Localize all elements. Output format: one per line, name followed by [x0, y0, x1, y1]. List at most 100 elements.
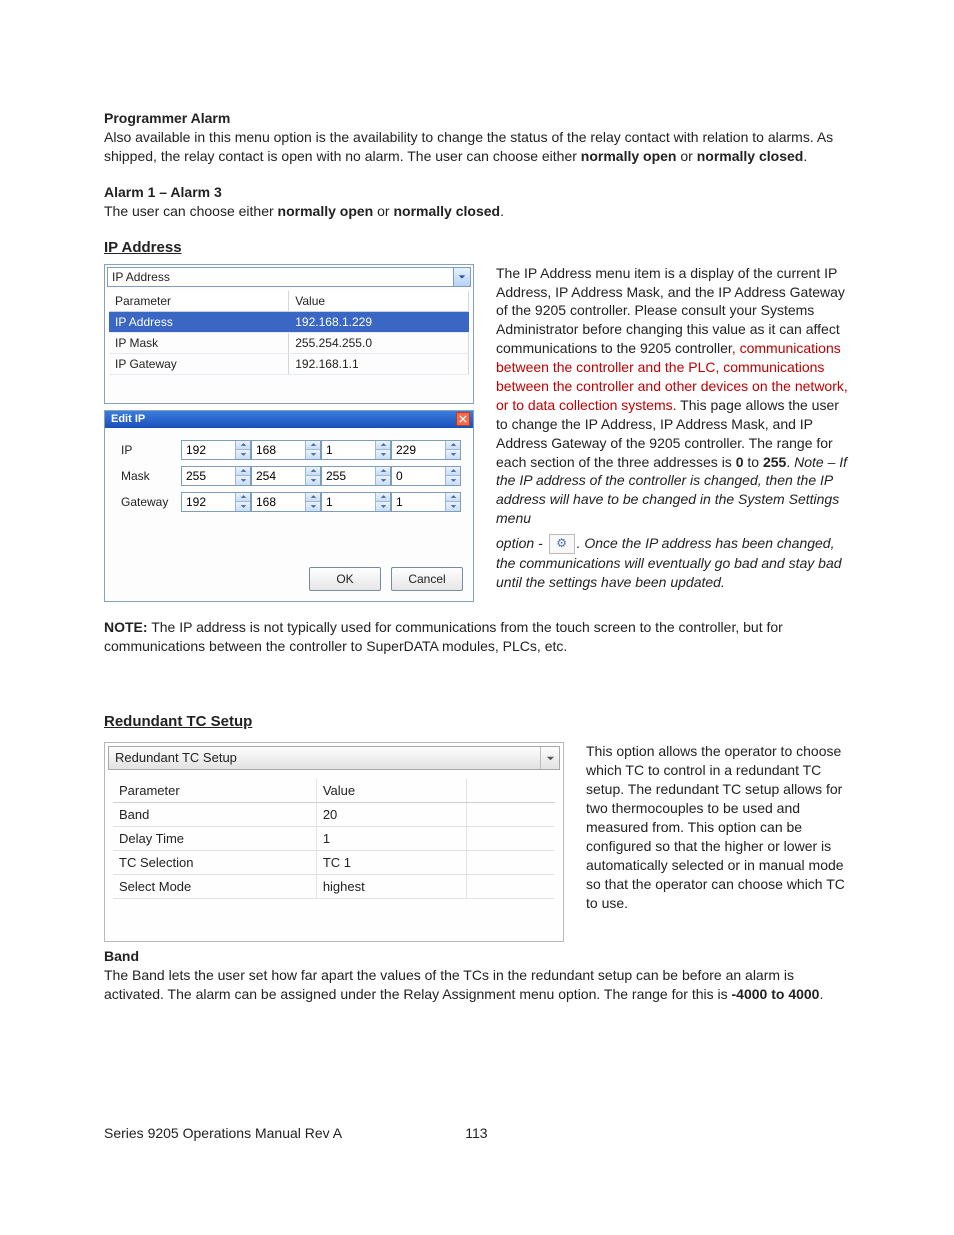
text-bold: 255: [763, 454, 786, 470]
text-italic: option -: [496, 535, 547, 551]
text: .: [819, 986, 823, 1002]
spin-up-icon[interactable]: [236, 467, 250, 477]
spin-down-icon[interactable]: [446, 502, 460, 511]
spinner-value: 1: [322, 441, 375, 459]
text: or: [676, 148, 696, 164]
tc-dropdown-label: Redundant TC Setup: [109, 747, 540, 769]
gear-icon: [549, 534, 575, 554]
edit-ip-title: Edit IP: [111, 413, 456, 425]
spin-down-icon[interactable]: [306, 476, 320, 485]
spin-up-icon[interactable]: [446, 467, 460, 477]
col-value: Value: [289, 291, 469, 312]
table-row[interactable]: Select Modehighest: [113, 875, 555, 899]
table-row[interactable]: Band20: [113, 803, 555, 827]
table-row[interactable]: Delay Time1: [113, 827, 555, 851]
cell-param: IP Address: [109, 311, 289, 332]
cell-value: 192.168.1.1: [289, 353, 469, 374]
cell-param: IP Mask: [109, 332, 289, 353]
ip-octet-4[interactable]: 229: [391, 440, 461, 460]
edit-ip-row-ip: IP 192 168 1 229: [121, 440, 463, 460]
gw-octet-1[interactable]: 192: [181, 492, 251, 512]
page-number: 113: [465, 1125, 487, 1141]
label: IP: [121, 443, 181, 457]
gw-octet-2[interactable]: 168: [251, 492, 321, 512]
spin-down-icon[interactable]: [236, 450, 250, 459]
text-bold: normally closed: [697, 148, 804, 164]
text-bold: normally open: [278, 203, 374, 219]
tc-dropdown[interactable]: Redundant TC Setup: [108, 746, 560, 770]
prog-alarm-body: Also available in this menu option is th…: [104, 128, 854, 166]
text: The Band lets the user set how far apart…: [104, 967, 794, 1002]
cancel-button[interactable]: Cancel: [391, 567, 463, 591]
col-parameter: Parameter: [113, 779, 316, 803]
spin-down-icon[interactable]: [376, 502, 390, 511]
text-bold: 0: [736, 454, 744, 470]
edit-ip-row-mask: Mask 255 254 255 0: [121, 466, 463, 486]
edit-ip-panel: Edit IP IP 192 168 1 229: [104, 410, 474, 602]
spin-up-icon[interactable]: [306, 441, 320, 451]
mask-octet-3[interactable]: 255: [321, 466, 391, 486]
prog-alarm-title: Programmer Alarm: [104, 110, 854, 126]
cell-param: Select Mode: [113, 875, 316, 899]
page-footer: Series 9205 Operations Manual Rev A 113: [104, 1125, 488, 1141]
ip-description-2: option - . Once the IP address has been …: [496, 534, 854, 592]
ip-heading: IP Address: [104, 239, 854, 256]
spin-up-icon[interactable]: [306, 493, 320, 503]
ip-octet-1[interactable]: 192: [181, 440, 251, 460]
spin-up-icon[interactable]: [376, 467, 390, 477]
spin-up-icon[interactable]: [376, 441, 390, 451]
cell-param: IP Gateway: [109, 353, 289, 374]
spin-up-icon[interactable]: [236, 441, 250, 451]
table-row[interactable]: IP Mask 255.254.255.0: [109, 332, 469, 353]
chevron-down-icon[interactable]: [540, 747, 559, 769]
mask-octet-4[interactable]: 0: [391, 466, 461, 486]
table-row[interactable]: IP Gateway 192.168.1.1: [109, 353, 469, 374]
cell-param: TC Selection: [113, 851, 316, 875]
ip-note: NOTE: The IP address is not typically us…: [104, 618, 854, 656]
spin-down-icon[interactable]: [376, 450, 390, 459]
close-icon[interactable]: [456, 412, 470, 426]
tc-table: Parameter Value Band20 Delay Time1 TC Se…: [113, 779, 555, 899]
spinner-value: 229: [392, 441, 445, 459]
spin-down-icon[interactable]: [446, 476, 460, 485]
ip-octet-2[interactable]: 168: [251, 440, 321, 460]
spinner-value: 0: [392, 467, 445, 485]
gw-octet-4[interactable]: 1: [391, 492, 461, 512]
spinner-value: 168: [252, 441, 305, 459]
doc-title: Series 9205 Operations Manual Rev A: [104, 1125, 341, 1141]
spin-down-icon[interactable]: [306, 450, 320, 459]
text-bold: normally open: [581, 148, 677, 164]
spin-up-icon[interactable]: [446, 493, 460, 503]
alarm-range-body: The user can choose either normally open…: [104, 202, 854, 221]
text-bold: normally closed: [393, 203, 500, 219]
mask-octet-1[interactable]: 255: [181, 466, 251, 486]
spin-down-icon[interactable]: [376, 476, 390, 485]
table-row[interactable]: IP Address 192.168.1.229: [109, 311, 469, 332]
spin-down-icon[interactable]: [236, 476, 250, 485]
spin-up-icon[interactable]: [306, 467, 320, 477]
mask-octet-2[interactable]: 254: [251, 466, 321, 486]
ip-octet-3[interactable]: 1: [321, 440, 391, 460]
gw-octet-3[interactable]: 1: [321, 492, 391, 512]
spin-up-icon[interactable]: [446, 441, 460, 451]
spin-down-icon[interactable]: [306, 502, 320, 511]
text: The user can choose either: [104, 203, 278, 219]
table-row[interactable]: TC SelectionTC 1: [113, 851, 555, 875]
spin-down-icon[interactable]: [446, 450, 460, 459]
ip-dropdown[interactable]: IP Address: [107, 267, 471, 287]
spinner-value: 192: [182, 441, 235, 459]
ok-button[interactable]: OK: [309, 567, 381, 591]
spin-up-icon[interactable]: [236, 493, 250, 503]
spinner-value: 1: [322, 493, 375, 511]
spin-down-icon[interactable]: [236, 502, 250, 511]
col-value: Value: [316, 779, 466, 803]
cell-value: 1: [316, 827, 466, 851]
text: to: [744, 454, 763, 470]
label: Gateway: [121, 495, 181, 509]
tc-heading: Redundant TC Setup: [104, 713, 854, 730]
text: The IP address is not typically used for…: [104, 619, 783, 654]
spinner-value: 255: [322, 467, 375, 485]
spin-up-icon[interactable]: [376, 493, 390, 503]
chevron-down-icon[interactable]: [453, 268, 470, 286]
alarm-range-title: Alarm 1 – Alarm 3: [104, 184, 854, 200]
